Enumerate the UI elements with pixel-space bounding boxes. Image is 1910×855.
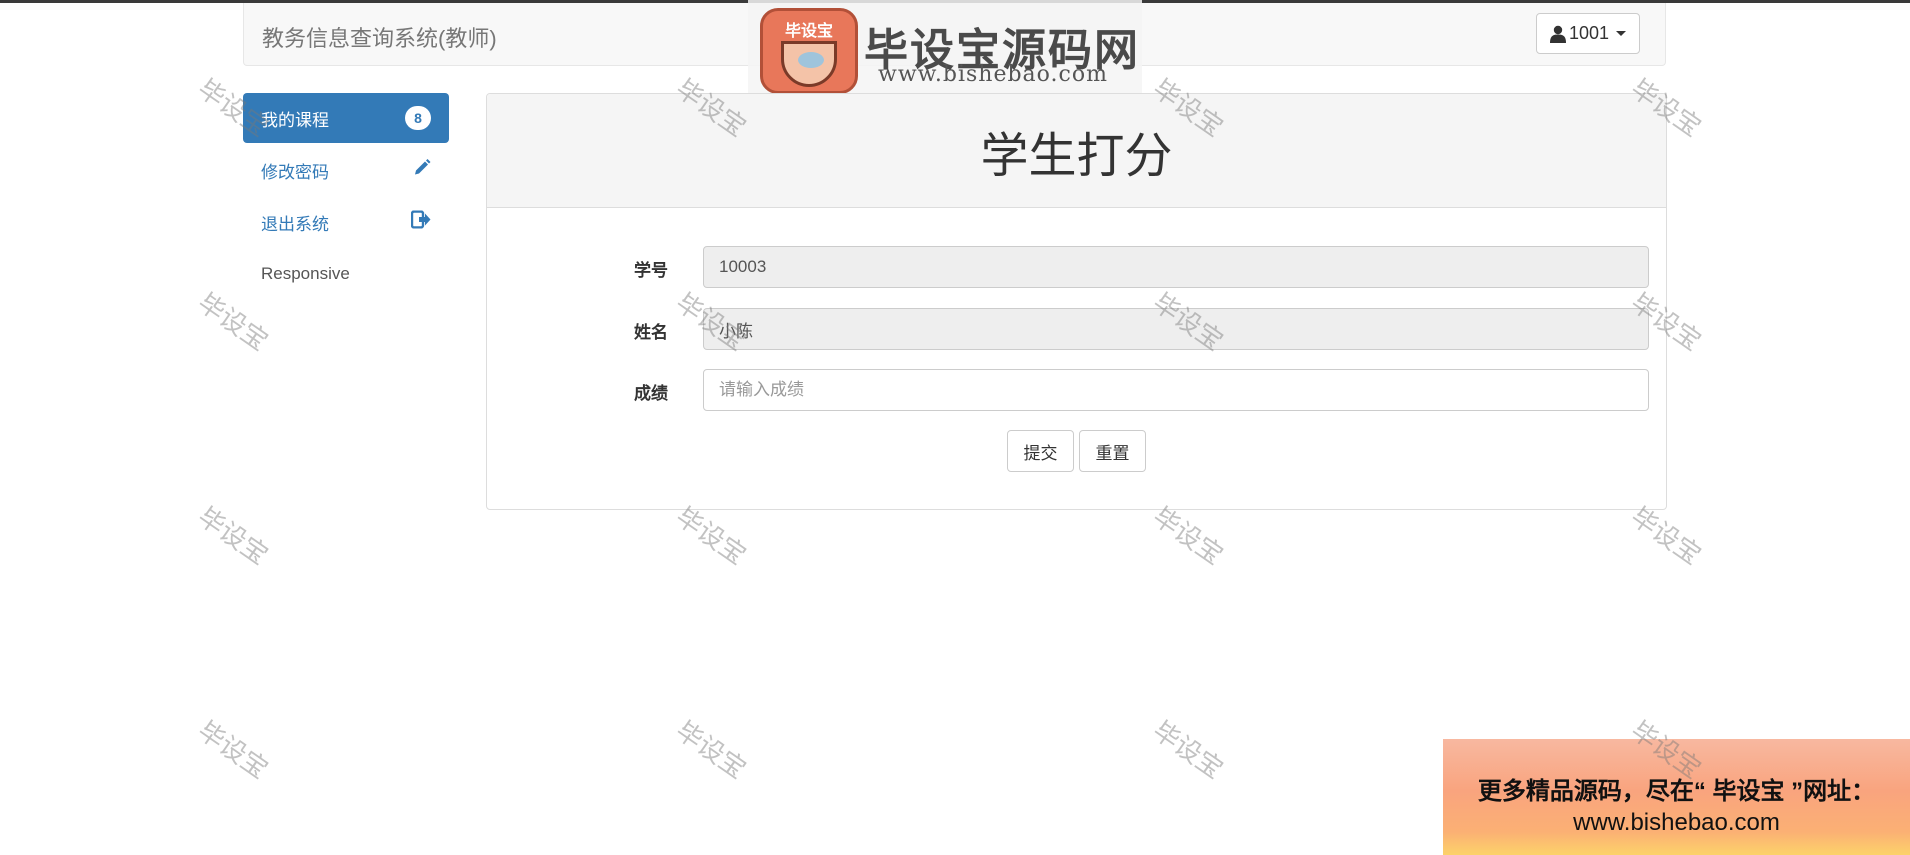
submit-button[interactable]: 提交 [1007,430,1074,472]
logout-icon [410,210,431,234]
watermark-text: 毕设宝 [1147,715,1229,786]
score-label: 成绩 [634,384,668,403]
navbar-brand[interactable]: 教务信息查询系统(教师) [262,21,497,53]
logo-badge-text: 毕设宝 [784,23,833,40]
reset-button[interactable]: 重置 [1079,430,1146,472]
pencil-icon [413,159,431,182]
promo-banner-line1: 更多精品源码，尽在“ 毕设宝 ”网址： [1477,778,1876,805]
sidebar-item-change-password[interactable]: 修改密码 [243,145,449,195]
user-menu-button[interactable]: 1001 [1536,13,1640,54]
panel-header: 学生打分 [487,94,1666,208]
name-label: 姓名 [634,323,668,342]
watermark-text: 毕设宝 [670,715,752,786]
logo-face-icon [781,41,837,87]
chevron-down-icon [1616,31,1627,36]
promo-banner-url[interactable]: www.bishebao.com [1443,809,1910,837]
sidebar-footer-text: Responsive [261,264,350,283]
sidebar-item-logout[interactable]: 退出系统 [243,197,449,247]
watermark-text: 毕设宝 [192,501,274,572]
student-id-label: 学号 [634,261,668,280]
logo-url: www.bishebao.com [878,62,1108,87]
page-title: 学生打分 [980,129,1173,183]
sidebar-item-label: 我的课程 [261,110,329,130]
user-menu-label: 1001 [1568,23,1610,43]
score-row: 成绩 [487,369,1666,413]
student-id-field[interactable]: 10003 [703,246,1649,288]
name-field[interactable]: 小陈 [703,308,1649,350]
sidebar: 我的课程 8 修改密码 退出系统 Responsive [243,93,449,299]
sidebar-item-label: 修改密码 [261,162,329,182]
sidebar-item-label: 退出系统 [261,214,329,234]
score-input[interactable] [703,369,1649,411]
logo-badge: 毕设宝 [760,8,858,94]
student-id-row: 学号 10003 [487,246,1666,290]
name-row: 姓名 小陈 [487,308,1666,352]
user-icon [1549,25,1566,43]
score-panel: 学生打分 学号 10003 姓名 小陈 成绩 提交 重置 [486,93,1667,510]
site-logo-watermark: 毕设宝 毕设宝源码网 www.bishebao.com [748,0,1142,100]
course-count-badge: 8 [405,106,431,130]
watermark-text: 毕设宝 [192,715,274,786]
promo-banner[interactable]: 更多精品源码，尽在“ 毕设宝 ”网址： www.bishebao.com [1443,739,1910,855]
sidebar-item-my-courses[interactable]: 我的课程 8 [243,93,449,143]
